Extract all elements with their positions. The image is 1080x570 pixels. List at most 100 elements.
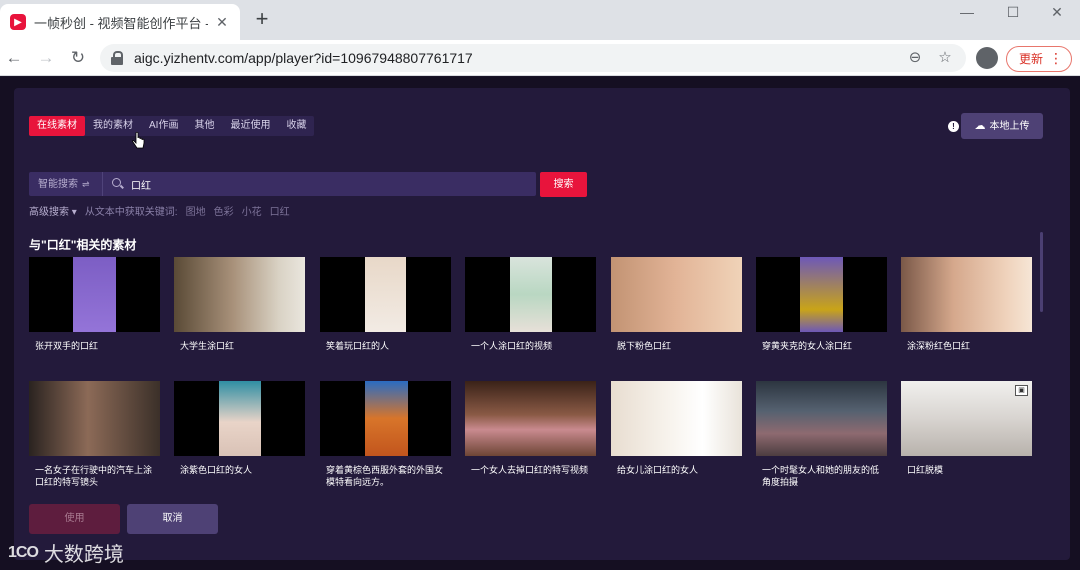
material-card[interactable]: 脱下粉色口红 (611, 257, 742, 352)
material-card[interactable]: 笑着玩口红的人 (320, 257, 451, 352)
close-tab-icon[interactable]: ✕ (214, 14, 230, 30)
search-button[interactable]: 搜索 (540, 172, 587, 197)
source-tab[interactable]: 最近使用 (222, 116, 278, 136)
bookmark-star-icon[interactable]: ☆ (934, 47, 956, 69)
search-icon (111, 177, 125, 191)
material-caption: 给女儿涂口红的女人 (617, 465, 699, 475)
material-card[interactable]: 张开双手的口红 (29, 257, 160, 352)
material-thumbnail[interactable]: ▣ (901, 381, 1032, 456)
search-bar: 智能搜索 ⇌ (29, 172, 536, 196)
browser-tab[interactable]: ▶ 一帧秒创 - 视频智能创作平台 - A ✕ (0, 4, 240, 40)
swap-icon: ⇌ (82, 179, 90, 189)
update-button-label: 更新 (1019, 52, 1044, 66)
hand-cursor-icon (132, 132, 145, 149)
thumbnail-image (365, 257, 406, 332)
material-card[interactable]: 涂紫色口红的女人 (174, 381, 305, 476)
profile-avatar-icon[interactable] (976, 47, 998, 69)
material-card[interactable]: 一个女人去掉口红的特写视频 (465, 381, 596, 476)
thumbnail-image (901, 257, 1032, 332)
material-caption: 张开双手的口红 (35, 341, 99, 351)
material-card[interactable]: 一名女子在行驶中的汽车上涂口红的特写镜头 (29, 381, 160, 488)
material-caption: 一个时髦女人和她的朋友的低角度拍摄 (762, 465, 880, 487)
maximize-icon[interactable]: ☐ (990, 0, 1036, 28)
watermark-logo: 1CO (8, 543, 39, 561)
material-thumbnail[interactable] (901, 257, 1032, 332)
thumbnail-image (29, 381, 160, 456)
material-caption: 一个人涂口红的视频 (471, 341, 553, 351)
browser-tab-title: 一帧秒创 - 视频智能创作平台 - A (34, 15, 208, 31)
thumbnail-image (365, 381, 408, 456)
source-tab[interactable]: 其他 (186, 116, 222, 136)
close-window-icon[interactable]: ✕ (1034, 0, 1080, 28)
lock-icon (110, 51, 124, 65)
material-thumbnail[interactable] (611, 257, 742, 332)
results-scrollbar[interactable] (1040, 232, 1043, 312)
material-thumbnail[interactable] (320, 257, 451, 332)
reload-icon[interactable]: ↻ (66, 46, 90, 70)
material-card[interactable]: 大学生涂口红 (174, 257, 305, 352)
forward-icon[interactable]: → (34, 46, 58, 70)
watermark-text: 大数跨境 (43, 542, 124, 566)
keyword-chip[interactable]: 小花 (242, 203, 262, 218)
use-button[interactable]: 使用 (29, 504, 120, 534)
search-mode-select[interactable]: 智能搜索 ⇌ (29, 172, 103, 196)
update-button[interactable]: 更新 ⋮ (1006, 46, 1072, 72)
material-caption: 涂紫色口红的女人 (180, 465, 253, 475)
keyword-list: 图地 色彩 小花 口红 (186, 203, 290, 218)
info-icon[interactable]: ! (948, 121, 959, 132)
browser-tab-bar: ▶ 一帧秒创 - 视频智能创作平台 - A ✕ + — ☐ ✕ (0, 0, 1080, 40)
cancel-button[interactable]: 取消 (127, 504, 218, 534)
thumbnail-image (73, 257, 116, 332)
thumbnail-image (800, 257, 843, 332)
material-thumbnail[interactable] (756, 381, 887, 456)
thumbnail-image (219, 381, 261, 456)
material-picker-modal: 在线素材我的素材AI作画其他最近使用收藏 ! ☁本地上传 智能搜索 ⇌ 搜索 高级… (14, 88, 1070, 560)
back-icon[interactable]: ← (2, 46, 26, 70)
material-thumbnail[interactable] (174, 381, 305, 456)
keyword-hint: 从文本中获取关键词: (84, 207, 178, 218)
source-tab[interactable]: 在线素材 (29, 116, 85, 136)
material-thumbnail[interactable] (29, 381, 160, 456)
keyword-chip[interactable]: 色彩 (214, 203, 234, 218)
material-thumbnail[interactable] (756, 257, 887, 332)
more-menu-icon: ⋮ (1049, 50, 1063, 66)
material-card[interactable]: 穿黄夹克的女人涂口红 (756, 257, 887, 352)
material-thumbnail[interactable] (29, 257, 160, 332)
keyword-chip[interactable]: 口红 (270, 203, 290, 218)
browser-toolbar: ← → ↻ aigc.yizhentv.com/app/player?id=10… (0, 40, 1080, 76)
advanced-search-toggle[interactable]: 高级搜索 ▾ (29, 203, 77, 218)
source-tab[interactable]: AI作画 (141, 116, 186, 136)
material-thumbnail[interactable] (611, 381, 742, 456)
material-card[interactable]: ▣ 口红脱模 (901, 381, 1032, 476)
material-caption: 一个女人去掉口红的特写视频 (471, 465, 589, 475)
thumbnail-image (611, 257, 742, 332)
url-text[interactable]: aigc.yizhentv.com/app/player?id=10967948… (134, 50, 896, 66)
material-thumbnail[interactable] (320, 381, 451, 456)
minimize-icon[interactable]: — (944, 0, 990, 28)
address-bar[interactable]: aigc.yizhentv.com/app/player?id=10967948… (100, 44, 966, 72)
search-mode-label: 智能搜索 (38, 179, 78, 190)
material-caption: 穿黄夹克的女人涂口红 (762, 341, 853, 351)
thumbnail-image (174, 257, 305, 332)
results-section-title: 与"口红"相关的素材 (29, 238, 137, 252)
material-card[interactable]: 涂深粉红色口红 (901, 257, 1032, 352)
local-upload-button[interactable]: ☁ 本地上传 (961, 113, 1043, 139)
material-card[interactable]: 穿着黄棕色西服外套的外国女模特看向远方。 (320, 381, 451, 488)
source-tabs: 在线素材 我的素材 AI作画 其他 最近使用 收藏 (29, 116, 315, 136)
material-thumbnail[interactable] (465, 257, 596, 332)
keyword-chip[interactable]: 图地 (186, 203, 206, 218)
material-card[interactable]: 给女儿涂口红的女人 (611, 381, 742, 476)
new-tab-icon[interactable]: + (250, 8, 274, 32)
material-caption: 口红脱模 (907, 465, 944, 475)
source-tab[interactable]: 收藏 (278, 116, 314, 136)
app-favicon-icon: ▶ (10, 14, 26, 30)
watermark: 1CO 大数跨境 (8, 538, 124, 567)
advanced-search-row: 高级搜索 ▾ 从文本中获取关键词: 图地 色彩 小花 口红 (29, 203, 290, 218)
material-thumbnail[interactable] (174, 257, 305, 332)
zoom-icon[interactable]: ⊖ (904, 47, 926, 69)
material-thumbnail[interactable] (465, 381, 596, 456)
material-card[interactable]: 一个人涂口红的视频 (465, 257, 596, 352)
search-input[interactable] (131, 178, 536, 190)
material-caption: 涂深粉红色口红 (907, 341, 971, 351)
material-card[interactable]: 一个时髦女人和她的朋友的低角度拍摄 (756, 381, 887, 488)
